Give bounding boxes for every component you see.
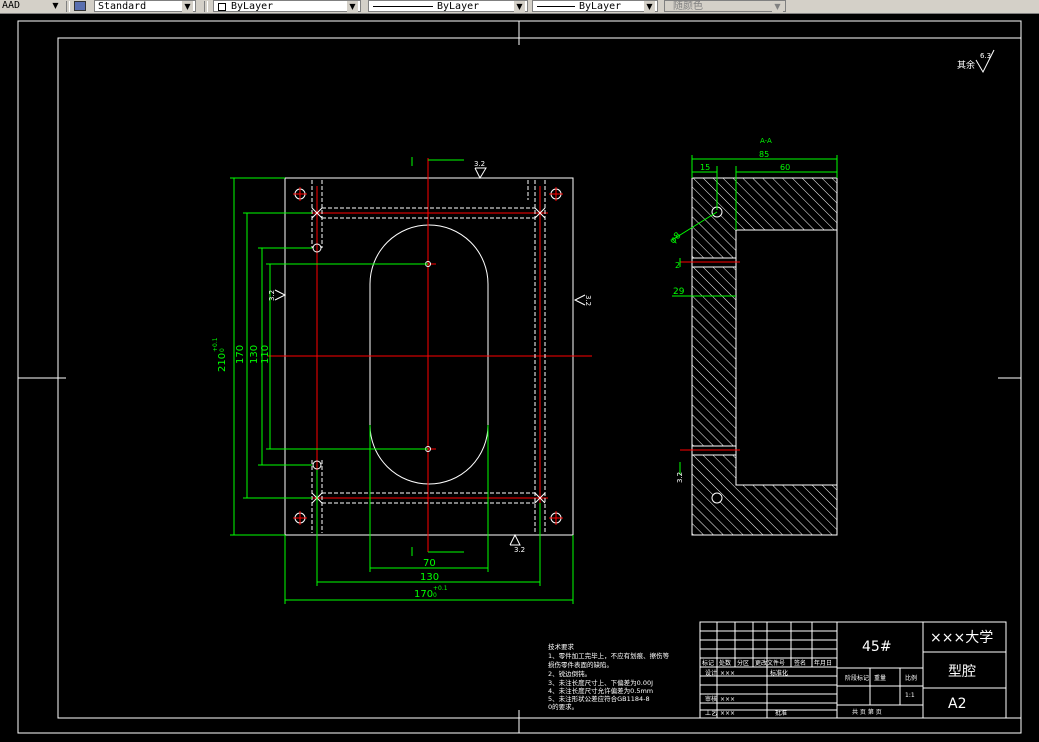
side-roughness: 3.2	[676, 472, 684, 483]
title-row-labels-part: 分区	[737, 659, 749, 667]
dim-29: 29	[673, 287, 685, 297]
roughness-symbols-part	[509, 533, 521, 546]
chevron-down-icon: ▼	[347, 1, 358, 13]
roughness-32-bottom: 3.2	[514, 546, 525, 554]
line-sample-icon	[373, 6, 433, 7]
layer-select[interactable]: ByLayer ▼	[213, 0, 361, 13]
dim-110v: 110	[260, 345, 271, 364]
dim-70: 70	[423, 558, 436, 569]
dim-170-tol: +0.1	[433, 585, 448, 592]
tech-req-line: 5、未注形状公差应符合GB1184-8	[548, 694, 650, 703]
title-row-labels-part: ×××	[720, 710, 735, 717]
tech-req-title: 技术要求	[548, 642, 575, 651]
roughness-symbols-part	[474, 167, 487, 180]
section-body	[691, 177, 838, 536]
roughness-32-top: 3.2	[474, 160, 485, 168]
properties-toolbar: AAD ▼ Standard ▼ ByLayer ▼ ByLayer ▼ ByL…	[0, 0, 1039, 14]
dim-210-tol0: 0	[219, 348, 226, 352]
title-row-labels-part: ×××	[720, 696, 735, 703]
side-view: A-A 85 15 60 φ8 29 2 3.2	[668, 137, 838, 536]
title-row-labels-part: 年月日	[814, 659, 832, 667]
school-name: ×××大学	[930, 630, 993, 646]
chevron-down-icon: ▼	[644, 1, 655, 13]
toolbar-separator	[66, 1, 70, 12]
tech-req-line: 损伤零件表面的缺陷。	[548, 660, 613, 669]
chevron-down-icon[interactable]: ▼	[50, 0, 61, 12]
title-row-labels-part: 工艺	[705, 709, 717, 717]
title-row-labels-part: ×××	[720, 670, 735, 677]
title-block: 标记 处数 分区 更改文件号 签名 年月日 设计 ××× 标准化 审核 ××× …	[699, 621, 1007, 719]
layer-value: ByLayer	[231, 1, 274, 12]
title-row-labels-part: 签名	[794, 659, 806, 667]
linetype-value: ByLayer	[437, 1, 480, 12]
label-aa: A-A	[760, 137, 772, 145]
tech-req-line: 0的要求。	[548, 702, 578, 711]
sheet-size: A2	[948, 696, 966, 712]
technical-requirements: 技术要求 1、零件加工完毕上，不应有划痕、擦伤等 损伤零件表面的缺陷。 2、锐边…	[548, 642, 670, 711]
dim-phi8: φ8	[668, 231, 684, 247]
roughness-32-left: 3.2	[268, 290, 276, 301]
dim-85: 85	[759, 150, 769, 159]
sheet-outer-border	[17, 20, 1022, 734]
toolbar-separator	[204, 1, 208, 12]
dim-15: 15	[700, 163, 710, 172]
dim-2: 2	[675, 261, 680, 270]
linetype-select[interactable]: ByLayer ▼	[368, 0, 528, 13]
center-marks	[18, 21, 1021, 733]
dim-210-tol: +0.1	[212, 337, 219, 352]
title-row-labels-part: 批准	[775, 709, 787, 717]
roughness-symbols-part	[573, 294, 586, 306]
lineweight-value: ByLayer	[579, 1, 622, 12]
roughness-symbols-part	[274, 289, 287, 301]
title-row-labels-part: 处数	[719, 659, 731, 667]
title-row-labels-part: 阶段标记	[845, 674, 869, 682]
roughness-note-value: 6.3	[980, 52, 991, 60]
chevron-down-icon: ▼	[182, 1, 193, 13]
dim-170: 170	[414, 589, 433, 600]
cavity-section	[735, 229, 838, 486]
tech-req-line: 2、锐边倒钝。	[548, 669, 591, 678]
title-row-labels-part: 标准化	[770, 669, 788, 677]
dim-210: 210	[217, 353, 228, 372]
line-sample-icon	[537, 6, 575, 7]
text-style-select[interactable]: Standard ▼	[94, 0, 196, 13]
cooling-hole-bottom	[711, 492, 723, 504]
roughness-note-prefix: 其余	[957, 59, 975, 71]
title-row-labels-part: 共 页 第 页	[852, 708, 882, 716]
lineweight-select[interactable]: ByLayer ▼	[532, 0, 658, 13]
dim-130v: 130	[249, 345, 260, 364]
color-value: 随颜色	[673, 1, 703, 12]
material: 45#	[862, 639, 892, 655]
tech-req-line: 3、未注长度尺寸上、下偏差为0.00J	[548, 678, 653, 687]
dim-130: 130	[420, 572, 439, 583]
title-row-labels-part: 重量	[874, 674, 886, 682]
chevron-down-icon: ▼	[514, 1, 525, 13]
tech-req-line: 4、未注长度尺寸允许偏差为0.5mm	[548, 686, 653, 695]
drawing-canvas[interactable]: 其余 6.3 210 +0.1 0 170 130 110 70 130 170…	[0, 13, 1039, 742]
front-dimensions	[230, 159, 574, 604]
title-row-labels-part: 标记	[702, 659, 714, 667]
text-style-value: Standard	[98, 1, 147, 12]
tech-req-line: 1、零件加工完毕上，不应有划痕、擦伤等	[548, 651, 670, 660]
roughness-32-side: 3.2	[676, 472, 684, 483]
title-row-labels-part: 1:1	[905, 692, 915, 699]
roughness-note: 其余 6.3	[957, 49, 995, 74]
roughness-32-right: 3.2	[584, 295, 592, 306]
title-row-labels-part: 审核	[705, 695, 717, 703]
title-row-labels-part: 比例	[905, 674, 917, 682]
title-row-labels-part: 设计	[705, 669, 717, 677]
title-row-labels-part: 更改文件号	[755, 659, 785, 667]
toolbar-left-text: AAD	[2, 0, 21, 11]
color-select[interactable]: 随颜色 ▼	[664, 0, 786, 13]
part-name: 型腔	[948, 664, 976, 680]
dim-170v: 170	[235, 345, 246, 364]
text-style-icon[interactable]	[74, 1, 86, 11]
chevron-down-icon: ▼	[772, 1, 783, 13]
dim-60: 60	[780, 163, 790, 172]
dim-170-tol0: 0	[433, 592, 437, 599]
color-swatch-icon	[218, 3, 226, 11]
front-view: 210 +0.1 0 170 130 110 70 130 170 +0.1 0…	[212, 157, 592, 604]
